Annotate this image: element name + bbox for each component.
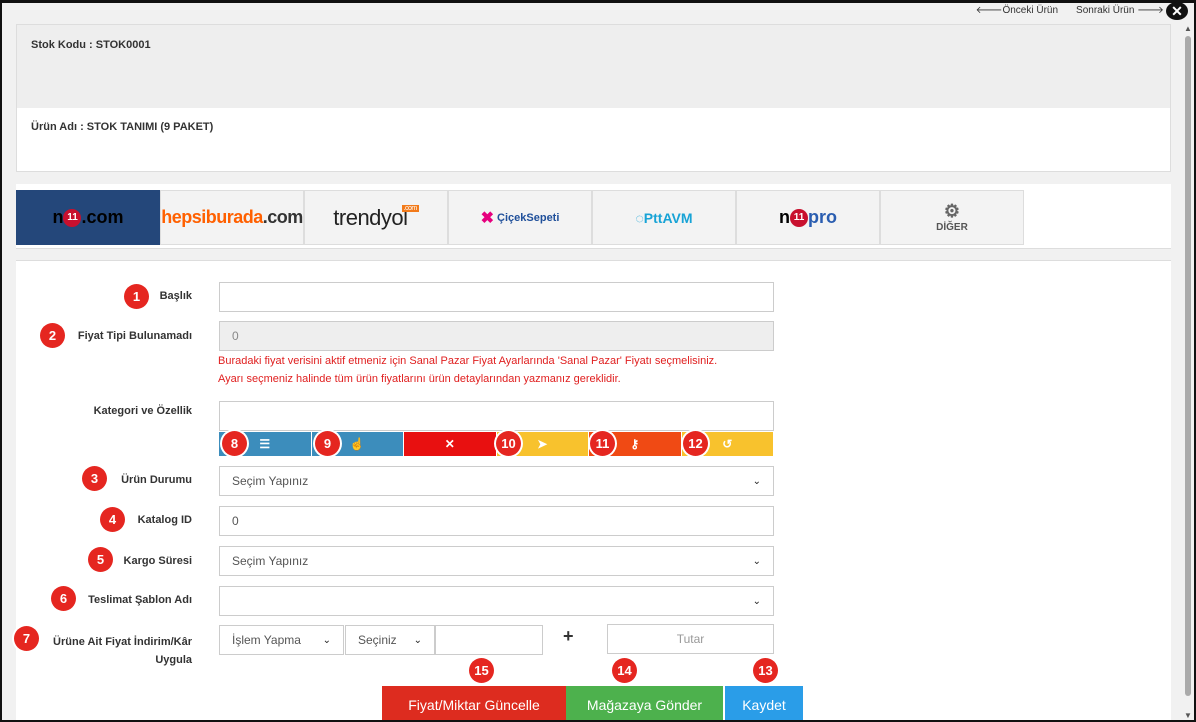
- chevron-down-icon: ⌄: [752, 555, 761, 567]
- marketplace-tabs: n 11 .com hepsiburada.com trendyol.com ✖ Ç…: [16, 184, 1171, 249]
- badge-6: 6: [51, 586, 76, 611]
- discount-operation-value: İşlem Yapma: [232, 633, 301, 647]
- product-name-text: Ürün Adı : STOK TANIMI (9 PAKET): [31, 121, 214, 133]
- cargo-select-value: Seçim Yapınız: [232, 554, 309, 568]
- tab-n11pro[interactable]: n 11 pro: [736, 190, 880, 245]
- update-price-button[interactable]: Fiyat/Miktar Güncelle: [382, 686, 566, 722]
- trendyol-logo: trendyol.com: [333, 204, 419, 230]
- product-info-card: Stok Kodu : STOK0001 Ürün Adı : STOK TAN…: [16, 24, 1171, 172]
- catalog-input[interactable]: 0: [219, 506, 774, 536]
- pointer-icon: ☝: [349, 437, 365, 451]
- scrollbar-thumb[interactable]: [1185, 36, 1191, 696]
- badge-2: 2: [40, 323, 65, 348]
- n11pro-logo: n 11 pro: [779, 207, 837, 228]
- cargo-select[interactable]: Seçim Yapınız ⌄: [219, 546, 774, 576]
- price-warning-line-1: Buradaki fiyat verisini aktif etmeniz iç…: [218, 355, 718, 367]
- diger-label: DİĞER: [936, 222, 968, 234]
- send-to-store-button[interactable]: Mağazaya Gönder: [566, 686, 723, 722]
- badge-5: 5: [88, 547, 113, 572]
- discount-label: Ürüne Ait Fiyat İndirim/Kâr Uygula: [30, 633, 192, 669]
- scroll-down-icon[interactable]: ▼: [1184, 711, 1192, 720]
- key-icon: ⚷: [630, 437, 640, 451]
- scrollbar[interactable]: ▲ ▼: [1182, 22, 1194, 722]
- chevron-down-icon: ⌄: [413, 634, 422, 646]
- badge-9: 9: [315, 431, 340, 456]
- paper-plane-icon: ➤: [537, 437, 548, 451]
- chevron-down-icon: ⌄: [322, 634, 331, 646]
- discount-type-select[interactable]: Seçiniz ⌄: [345, 625, 435, 655]
- title-input[interactable]: [219, 282, 774, 312]
- discount-label-line-1: Ürüne Ait Fiyat İndirim/Kâr: [53, 636, 192, 648]
- tab-pttavm[interactable]: ◌PttAVM: [592, 190, 736, 245]
- category-input[interactable]: [219, 401, 774, 431]
- price-warning-line-2: Ayarı seçmeniz halinde tüm ürün fiyatlar…: [218, 373, 621, 385]
- tab-trendyol[interactable]: trendyol.com: [304, 190, 448, 245]
- chevron-down-icon: ⌄: [752, 595, 761, 607]
- close-icon[interactable]: ✕: [1166, 2, 1188, 20]
- tab-hepsiburada[interactable]: hepsiburada.com: [160, 190, 304, 245]
- price-type-input[interactable]: 0: [219, 321, 774, 351]
- discount-value-input[interactable]: [435, 625, 543, 655]
- close-x-icon: ✕: [444, 437, 455, 451]
- n11-logo: n 11 .com: [52, 207, 124, 228]
- delivery-label: Teslimat Şablon Adı: [88, 594, 192, 606]
- chevron-down-icon: ⌄: [752, 475, 761, 487]
- pttavm-logo: ◌PttAVM: [635, 209, 693, 226]
- status-select[interactable]: Seçim Yapınız ⌄: [219, 466, 774, 496]
- status-label: Ürün Durumu: [121, 474, 192, 486]
- badge-3: 3: [82, 466, 107, 491]
- cargo-label: Kargo Süresi: [123, 555, 192, 567]
- stock-code-text: Stok Kodu : STOK0001: [31, 39, 151, 51]
- gears-icon: ⚙: [943, 200, 961, 221]
- prev-product-link[interactable]: 🡐Önceki Ürün: [976, 4, 1058, 16]
- tab-ciceksepeti[interactable]: ✖ ÇiçekSepeti: [448, 190, 592, 245]
- badge-13: 13: [753, 658, 778, 683]
- category-clear-button[interactable]: ✕: [404, 432, 497, 456]
- discount-label-line-2: Uygula: [155, 654, 192, 666]
- diger-tab-content: ⚙ DİĞER: [936, 201, 968, 235]
- sliders-icon: ☰: [259, 437, 271, 451]
- price-type-label: Fiyat Tipi Bulunamadı: [77, 330, 192, 342]
- product-name-row: Ürün Adı : STOK TANIMI (9 PAKET): [17, 108, 1170, 146]
- badge-8: 8: [222, 431, 247, 456]
- badge-15: 15: [469, 658, 494, 683]
- product-navigation: 🡐Önceki Ürün Sonraki Ürün 🡒: [976, 4, 1164, 16]
- tab-diger[interactable]: ⚙ DİĞER: [880, 190, 1024, 245]
- discount-type-value: Seçiniz: [358, 633, 397, 647]
- plus-sign: +: [563, 626, 574, 646]
- badge-14: 14: [612, 658, 637, 683]
- next-product-link[interactable]: Sonraki Ürün 🡒: [1076, 4, 1164, 16]
- stock-code-row: Stok Kodu : STOK0001: [17, 25, 1170, 108]
- badge-7: 7: [14, 626, 39, 651]
- category-label: Kategori ve Özellik: [93, 405, 192, 417]
- discount-operation-select[interactable]: İşlem Yapma ⌄: [219, 625, 344, 655]
- discount-amount-input[interactable]: Tutar: [607, 624, 774, 654]
- badge-1: 1: [124, 284, 149, 309]
- badge-11: 11: [590, 431, 615, 456]
- status-select-value: Seçim Yapınız: [232, 474, 309, 488]
- hepsiburada-logo: hepsiburada.com: [161, 207, 303, 227]
- tab-n11[interactable]: n 11 .com: [16, 190, 160, 245]
- ciceksepeti-logo: ✖ ÇiçekSepeti: [480, 209, 560, 227]
- save-button[interactable]: Kaydet: [725, 686, 803, 722]
- delivery-select[interactable]: ⌄: [219, 586, 774, 616]
- badge-4: 4: [100, 507, 125, 532]
- price-warning: Buradaki fiyat verisini aktif etmeniz iç…: [218, 352, 717, 388]
- history-icon: ↺: [722, 437, 733, 451]
- badge-10: 10: [496, 431, 521, 456]
- badge-12: 12: [683, 431, 708, 456]
- scroll-up-icon[interactable]: ▲: [1184, 24, 1192, 33]
